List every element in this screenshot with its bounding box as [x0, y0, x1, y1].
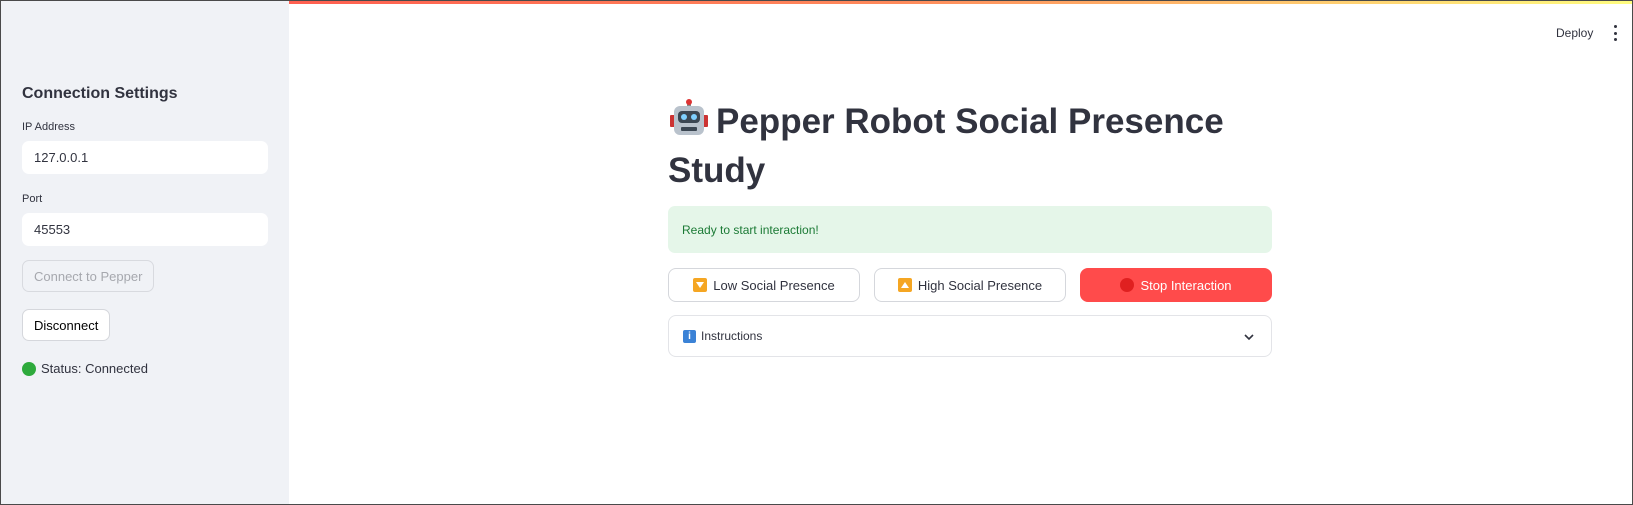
connect-button[interactable]: Connect to Pepper [22, 260, 155, 292]
low-social-presence-label: Low Social Presence [713, 277, 835, 293]
down-triangle-icon [693, 278, 708, 292]
connection-status: Status: Connected [22, 361, 148, 376]
instructions-label: Instructions [701, 329, 763, 343]
sidebar: Connection Settings IP Address Port Conn… [1, 1, 289, 504]
sidebar-title: Connection Settings [22, 85, 178, 102]
up-triangle-icon [897, 278, 912, 292]
port-input[interactable] [22, 213, 268, 246]
alert-text: Ready to start interaction! [682, 222, 819, 237]
high-social-presence-button[interactable]: High Social Presence [874, 268, 1066, 302]
status-text: Status: Connected [41, 361, 148, 376]
low-social-presence-button[interactable]: Low Social Presence [668, 268, 860, 302]
stop-icon [1120, 278, 1135, 292]
ip-address-input[interactable] [22, 141, 268, 174]
ip-address-label: IP Address [22, 121, 75, 133]
instructions-expander[interactable]: i Instructions [668, 315, 1272, 357]
high-social-presence-label: High Social Presence [917, 277, 1043, 293]
app-window: Connection Settings IP Address Port Conn… [0, 0, 1633, 505]
success-alert: Ready to start interaction! [668, 206, 1272, 253]
page-title-text: Pepper Robot Social Presence Study [668, 102, 1224, 190]
page-title: Pepper Robot Social Presence Study [668, 99, 1268, 193]
info-icon: i [683, 329, 696, 343]
port-label: Port [22, 193, 43, 205]
chevron-down-icon[interactable] [1243, 330, 1255, 344]
disconnect-button[interactable]: Disconnect [22, 309, 111, 341]
kebab-menu-icon[interactable] [1611, 25, 1619, 41]
stop-interaction-label: Stop Interaction [1140, 277, 1232, 293]
robot-icon [668, 99, 710, 148]
stop-interaction-button[interactable]: Stop Interaction [1080, 268, 1272, 302]
deploy-button[interactable]: Deploy [1556, 26, 1593, 40]
status-dot-icon [22, 361, 36, 376]
